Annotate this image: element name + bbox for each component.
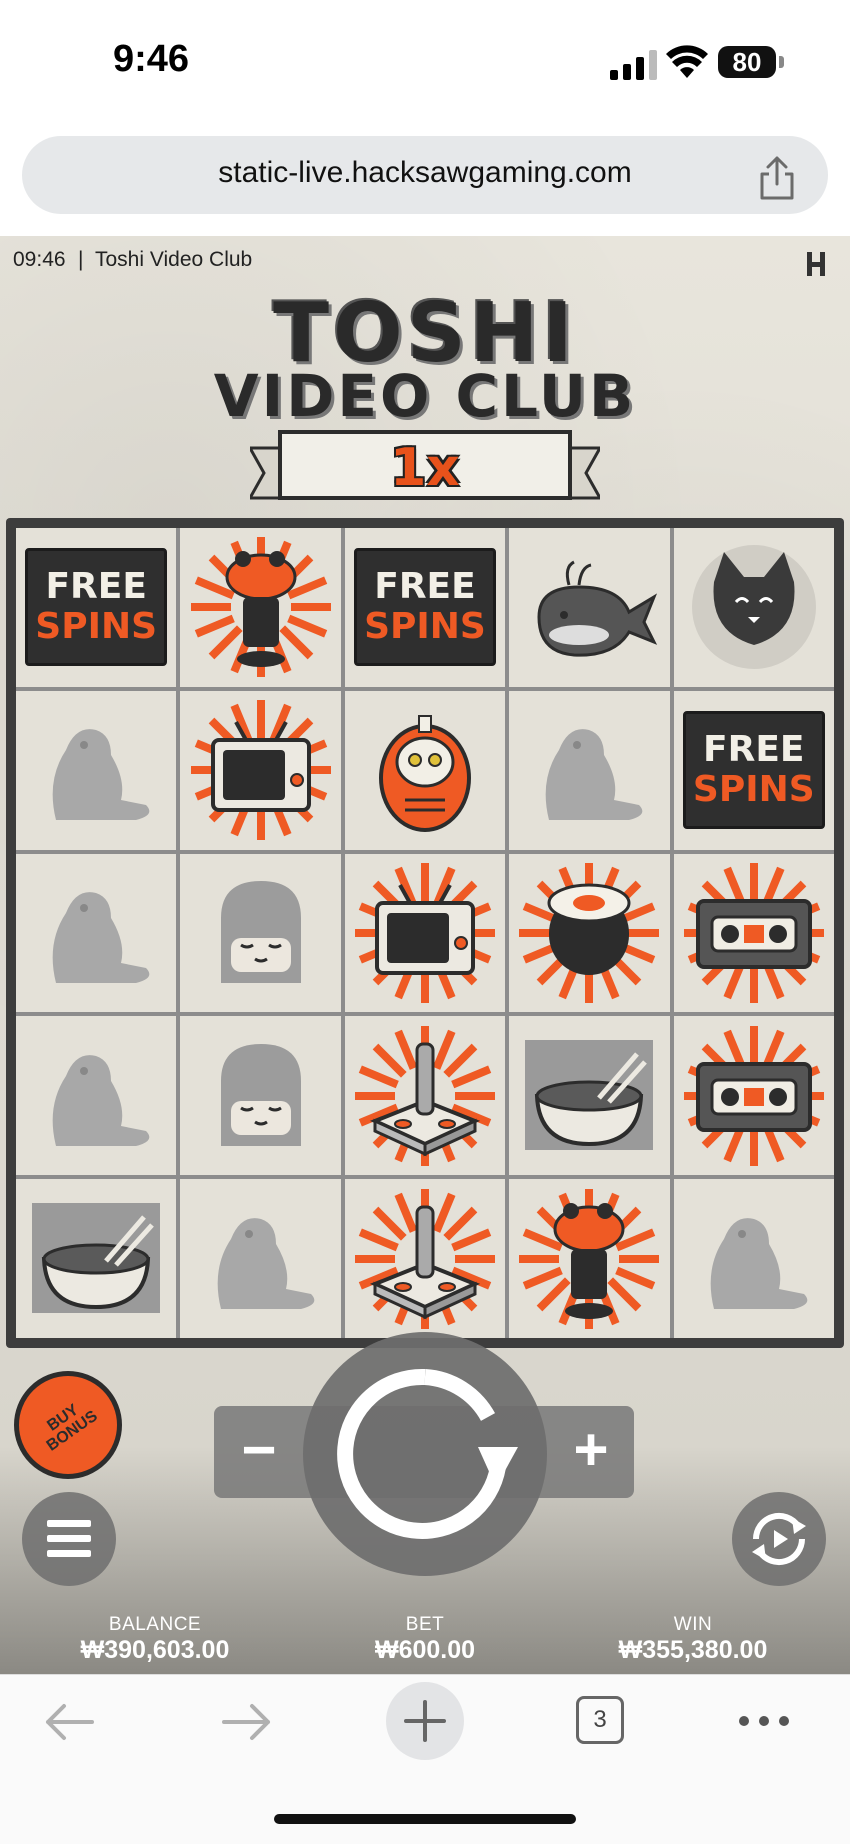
reel-cell [673,1016,834,1176]
reel-cell [673,1179,834,1338]
home-indicator [274,1814,576,1824]
logo-line2: VIDEO CLUB [213,362,637,430]
reel-cell [509,528,670,687]
game-title: Toshi Video Club [95,248,253,271]
battery-tip [779,56,784,68]
balance-value: ₩390,603.00 [80,1636,230,1664]
frog-symbol-icon [190,537,331,678]
reel-cell [344,1179,506,1338]
spin-icon [337,1368,518,1539]
beaver-symbol-icon [52,892,150,983]
menu-button[interactable] [22,1492,116,1586]
reel-cell [509,1179,670,1338]
reel-cell [180,853,341,1013]
free-spins-top: FREE [703,729,805,771]
tv-symbol-icon [190,700,331,841]
bowl-symbol-icon [32,1202,161,1313]
reel-cell [344,1016,506,1176]
reel-cell [16,853,177,1013]
plus-icon [404,1700,446,1742]
free-spins-bottom: SPINS [364,606,486,648]
reel-cell [180,690,341,850]
bet-stat: BET ₩600.00 [295,1614,555,1665]
reel-cell [16,1179,177,1338]
vhs-symbol-icon [683,1025,824,1166]
new-tab-button[interactable] [386,1682,464,1760]
reel-cell [509,853,670,1013]
stats-bar: BALANCE ₩390,603.00 BET ₩600.00 WIN ₩355… [0,1614,850,1674]
battery-icon: 80 [718,46,776,78]
reel-cell [509,1016,670,1176]
more-options-icon[interactable] [738,1714,790,1728]
game-clock: 09:46 [13,248,66,271]
decrease-bet-button[interactable]: − [214,1406,304,1498]
balance-label: BALANCE [108,1614,202,1635]
status-bar: 9:46 80 [0,0,850,125]
ninja-symbol-icon [220,880,301,983]
whale-symbol-icon [537,561,658,658]
status-time: 9:46 [113,38,190,80]
game-separator: | [78,248,84,271]
url-text[interactable]: static-live.hacksawgaming.com [22,156,828,190]
joystick-symbol-icon [354,1025,495,1166]
tabs-button[interactable]: 3 [576,1696,624,1744]
game-logo: TOSHI VIDEO CLUB 1x [190,286,660,516]
reel-cell [180,1179,341,1338]
cat-symbol-icon [691,545,816,670]
game-area[interactable]: 09:46 | Toshi Video Club TOSHI VIDEO CLU… [0,236,850,1674]
tv-symbol-icon [354,862,495,1003]
beaver-symbol-icon [52,729,150,821]
reel-cell [509,690,670,850]
daruma-symbol-icon [378,715,471,833]
beaver-symbol-icon [217,1217,314,1309]
reel-cell: FREE SPINS [673,690,834,850]
bet-value: ₩600.00 [374,1636,476,1664]
win-label: WIN [673,1614,713,1635]
hacksaw-logo-icon [807,252,825,276]
wifi-icon [666,45,708,78]
balance-stat: BALANCE ₩390,603.00 [25,1614,285,1665]
forward-arrow-icon[interactable] [220,1700,274,1744]
reel-cell [344,690,506,850]
vhs-symbol-icon [683,862,824,1003]
beaver-symbol-icon [710,1217,808,1309]
reel-cell: FREE SPINS [16,528,177,687]
ninja-symbol-icon [220,1043,301,1146]
free-spins-top: FREE [45,566,147,608]
back-arrow-icon[interactable] [42,1700,96,1744]
autoplay-button[interactable] [732,1492,826,1586]
bet-label: BET [405,1614,445,1635]
win-stat: WIN ₩355,380.00 [563,1614,823,1665]
reel-cell [16,1016,177,1176]
buy-bonus-button[interactable]: BUY BONUS [14,1371,122,1479]
joystick-symbol-icon [354,1188,495,1329]
reel-grid: FREE SPINS FREE SPINS FREE SPINS [16,528,834,1338]
reel-cell: FREE SPINS [344,528,506,687]
autoplay-icon [752,1512,806,1566]
win-value: ₩355,380.00 [618,1636,768,1664]
reel-cell [16,690,177,850]
increase-bet-button[interactable]: + [548,1406,634,1498]
free-spins-bottom: SPINS [692,769,815,811]
reel-cell [673,528,834,687]
reel-cell [180,528,341,687]
free-spins-symbol: FREE SPINS [682,711,825,830]
hamburger-icon [47,1520,91,1557]
signal-icon [610,50,657,80]
free-spins-symbol: FREE SPINS [25,548,168,667]
beaver-symbol-icon [546,729,643,821]
sushi-symbol-icon [519,862,660,1003]
url-bar[interactable]: static-live.hacksawgaming.com [22,136,828,214]
free-spins-top: FREE [374,566,476,608]
frog-symbol-icon [519,1188,660,1329]
multiplier-value: 1x [390,438,460,498]
bowl-symbol-icon [525,1039,654,1150]
free-spins-symbol: FREE SPINS [353,548,496,667]
beaver-symbol-icon [52,1054,150,1146]
reel-cell [344,853,506,1013]
reel-cell [180,1016,341,1176]
free-spins-bottom: SPINS [35,606,158,648]
reel-cell [673,853,834,1013]
share-icon[interactable] [752,154,802,204]
